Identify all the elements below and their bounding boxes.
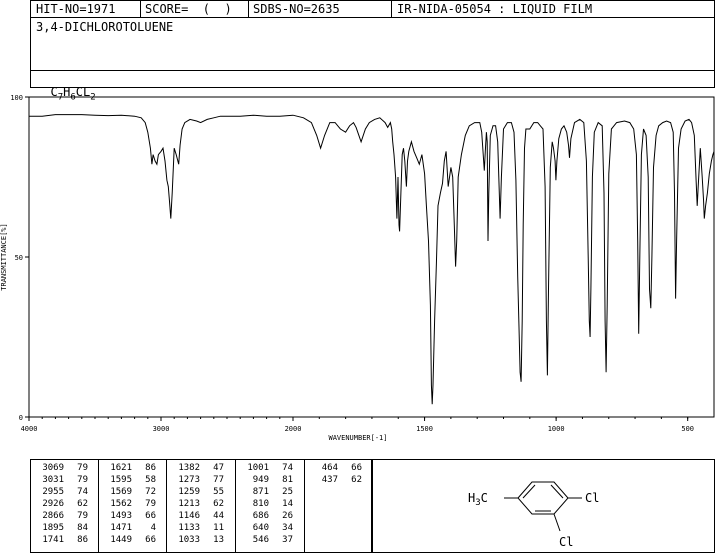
peak-wavenumber: 2926 xyxy=(42,499,64,509)
peak-wavenumber: 640 xyxy=(252,523,269,533)
y-axis-label: TRANSMITTANCE[%] xyxy=(0,223,8,290)
peak-transmittance: 74 xyxy=(77,487,88,497)
peak-wavenumber: 1133 xyxy=(178,523,200,533)
peak-transmittance: 4 xyxy=(150,523,156,533)
peak-wavenumber: 1273 xyxy=(178,475,200,485)
peak-wavenumber: 1471 xyxy=(110,523,132,533)
x-tick-label: 2000 xyxy=(285,425,302,433)
peak-wavenumber: 686 xyxy=(252,511,269,521)
peak-transmittance: 14 xyxy=(282,499,293,509)
peak-transmittance: 81 xyxy=(282,475,293,485)
peak-wavenumber: 1595 xyxy=(110,475,132,485)
table-divider xyxy=(235,459,236,553)
y-axis: 100 50 0 xyxy=(10,94,29,422)
peak-transmittance: 58 xyxy=(145,475,156,485)
x-axis: 4000 3000 2000 1500 1000 500 xyxy=(21,417,694,433)
peak-wavenumber: 1001 xyxy=(247,463,269,473)
peak-wavenumber: 3069 xyxy=(42,463,64,473)
structure-diagram: H3C Cl Cl xyxy=(468,481,599,549)
x-axis-label: WAVENUMBER[-1] xyxy=(328,434,387,442)
table-divider xyxy=(166,459,167,553)
peak-wavenumber: 2955 xyxy=(42,487,64,497)
chlorine-bottom-label: Cl xyxy=(559,535,573,549)
peak-wavenumber: 1146 xyxy=(178,511,200,521)
ir-spectrum-chart: 4000 3000 2000 1500 1000 500 100500 WAVENUMBE… xyxy=(0,94,715,442)
peak-transmittance: 44 xyxy=(213,511,224,521)
peak-wavenumber: 546 xyxy=(252,535,269,545)
peak-wavenumber: 1033 xyxy=(178,535,200,545)
y-tick-label: 100 xyxy=(10,94,23,102)
table-divider xyxy=(304,459,305,553)
peak-transmittance: 25 xyxy=(282,487,293,497)
peak-transmittance: 86 xyxy=(77,535,88,545)
cl-bond-bottom xyxy=(553,513,561,532)
peak-transmittance: 62 xyxy=(213,499,224,509)
peak-wavenumber: 1493 xyxy=(110,511,132,521)
peak-wavenumber: 464 xyxy=(321,463,338,473)
peak-transmittance: 66 xyxy=(351,463,362,473)
x-tick-label: 1500 xyxy=(416,425,433,433)
peak-wavenumber: 2866 xyxy=(42,511,64,521)
x-tick-label: 500 xyxy=(681,425,694,433)
peak-wavenumber: 3031 xyxy=(42,475,64,485)
y-tick-label: 0 xyxy=(19,414,23,422)
peak-transmittance: 79 xyxy=(77,475,88,485)
peak-transmittance: 84 xyxy=(77,523,88,533)
benzene-ring xyxy=(504,481,582,532)
peak-transmittance: 66 xyxy=(145,511,156,521)
peak-wavenumber: 437 xyxy=(321,475,338,485)
peak-wavenumber: 1259 xyxy=(178,487,200,497)
peak-transmittance: 13 xyxy=(213,535,224,545)
table-divider xyxy=(98,459,99,553)
peak-transmittance: 62 xyxy=(351,475,362,485)
peak-transmittance: 37 xyxy=(282,535,293,545)
x-tick-label: 4000 xyxy=(21,425,38,433)
peak-wavenumber: 1741 xyxy=(42,535,64,545)
peak-transmittance: 79 xyxy=(77,511,88,521)
peak-transmittance: 72 xyxy=(145,487,156,497)
peak-transmittance: 11 xyxy=(213,523,224,533)
peak-transmittance: 86 xyxy=(145,463,156,473)
peak-wavenumber: 1562 xyxy=(110,499,132,509)
peak-wavenumber: 1213 xyxy=(178,499,200,509)
peak-wavenumber: 1621 xyxy=(110,463,132,473)
transmittance-series-line xyxy=(29,114,715,405)
peak-transmittance: 79 xyxy=(145,499,156,509)
peak-transmittance: 66 xyxy=(145,535,156,545)
peak-transmittance: 26 xyxy=(282,511,293,521)
peak-wavenumber: 810 xyxy=(252,499,269,509)
chlorine-top-label: Cl xyxy=(585,491,599,505)
peak-wavenumber: 1569 xyxy=(110,487,132,497)
peak-transmittance: 79 xyxy=(77,463,88,473)
peak-wavenumber: 1382 xyxy=(178,463,200,473)
methyl-group-label: H3C xyxy=(468,491,488,508)
peak-transmittance: 62 xyxy=(77,499,88,509)
y-tick-label: 50 xyxy=(15,254,23,262)
peak-wavenumber: 1449 xyxy=(110,535,132,545)
plot-frame xyxy=(28,96,715,418)
peak-transmittance: 77 xyxy=(213,475,224,485)
peak-wavenumber: 1895 xyxy=(42,523,64,533)
peak-wavenumber: 871 xyxy=(252,487,269,497)
peak-transmittance: 74 xyxy=(282,463,293,473)
peak-wavenumber: 949 xyxy=(252,475,269,485)
x-tick-label: 1000 xyxy=(548,425,565,433)
peak-transmittance: 47 xyxy=(213,463,224,473)
peak-transmittance: 55 xyxy=(213,487,224,497)
x-tick-label: 3000 xyxy=(153,425,170,433)
peak-transmittance: 34 xyxy=(282,523,293,533)
